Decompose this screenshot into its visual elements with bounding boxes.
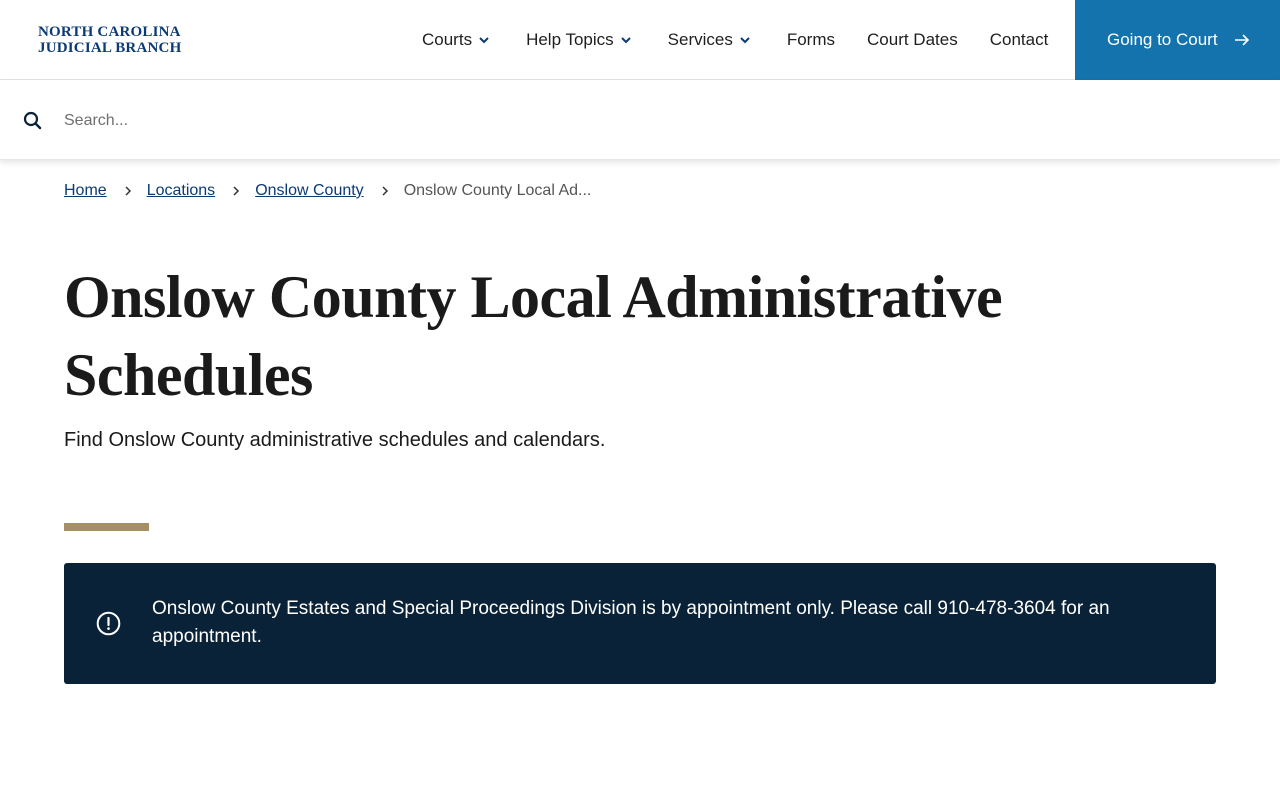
chevron-down-icon [740, 37, 750, 44]
site-header: NORTH CAROLINA JUDICIAL BRANCH Courts He… [0, 0, 1280, 80]
logo-line-1: NORTH CAROLINA [38, 24, 181, 40]
arrow-right-icon [1234, 34, 1249, 46]
alert-message: Onslow County Estates and Special Procee… [152, 598, 1110, 647]
chevron-right-icon [382, 186, 388, 196]
breadcrumb-home[interactable]: Home [64, 182, 107, 200]
alert-banner: Onslow County Estates and Special Procee… [64, 563, 1216, 684]
nav-courts-label: Courts [422, 30, 473, 49]
chevron-down-icon [479, 37, 489, 44]
page-title: Onslow County Local Administrative Sched… [64, 264, 1003, 408]
alert-circle-icon [96, 611, 121, 636]
breadcrumb-onslow-county[interactable]: Onslow County [255, 182, 364, 200]
nav-forms[interactable]: Forms [787, 0, 835, 80]
going-to-court-label: Going to Court [1107, 30, 1218, 49]
logo-line-2: JUDICIAL BRANCH [38, 40, 182, 56]
chevron-right-icon [233, 186, 240, 196]
nav-help-topics-label: Help Topics [526, 30, 614, 49]
nav-forms-label: Forms [786, 30, 836, 49]
accent-divider [64, 523, 149, 531]
search-input[interactable] [64, 104, 1244, 138]
breadcrumb: Home Locations Onslow County Onslow Coun… [64, 182, 591, 200]
breadcrumb-current: Onslow County Local Ad... [403, 182, 592, 199]
nav-courts[interactable]: Courts [422, 0, 490, 80]
nav-services-label: Services [667, 30, 733, 49]
nav-help-topics[interactable]: Help Topics [526, 0, 632, 80]
nav-court-dates-label: Court Dates [867, 30, 958, 49]
nav-services[interactable]: Services [668, 0, 751, 80]
main-nav: Courts Help Topics Services Forms Court … [422, 0, 1048, 80]
nav-court-dates[interactable]: Court Dates [867, 0, 958, 80]
breadcrumb-locations[interactable]: Locations [147, 182, 216, 200]
nav-contact[interactable]: Contact [990, 0, 1049, 80]
search-bar [0, 80, 1280, 160]
nav-contact-label: Contact [989, 30, 1049, 49]
chevron-down-icon [620, 37, 631, 44]
site-logo[interactable]: NORTH CAROLINA JUDICIAL BRANCH [38, 24, 181, 56]
search-icon[interactable] [23, 111, 42, 130]
going-to-court-button[interactable]: Going to Court [1075, 0, 1280, 80]
page-subtitle: Find Onslow County administrative schedu… [64, 429, 606, 451]
chevron-right-icon [125, 186, 131, 196]
